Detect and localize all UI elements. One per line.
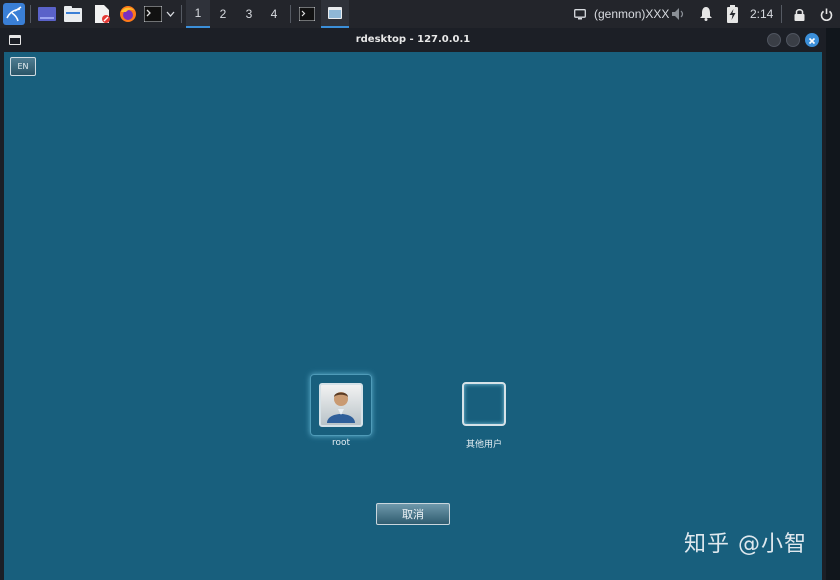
file-manager-icon[interactable] — [63, 3, 83, 25]
genmon-text: (genmon)XXX — [594, 7, 670, 21]
taskbar-separator — [290, 5, 291, 23]
window-title: rdesktop - 127.0.0.1 — [355, 34, 471, 45]
watermark: 知乎 @小智 — [684, 532, 807, 557]
desktop-edge — [826, 28, 840, 580]
clock[interactable]: 2:14 — [750, 0, 773, 28]
window-border — [822, 52, 826, 580]
notification-bell-icon[interactable] — [698, 3, 714, 25]
maximize-button[interactable] — [786, 33, 800, 47]
language-button[interactable]: EN — [10, 57, 36, 76]
text-editor-icon[interactable] — [92, 3, 112, 25]
top-taskbar: 1 2 3 4 (genmon)XXX 2:14 — [0, 0, 840, 28]
dropdown-chevron-icon[interactable] — [164, 3, 176, 25]
show-desktop-icon[interactable] — [37, 3, 57, 25]
lock-icon[interactable] — [791, 3, 807, 25]
user-name-other: 其他用户 — [465, 440, 502, 450]
rdesktop-task-icon[interactable] — [321, 0, 349, 28]
close-icon — [808, 37, 816, 45]
minimize-button[interactable] — [767, 33, 781, 47]
workspace-2[interactable]: 2 — [211, 0, 235, 28]
cancel-button[interactable]: 取消 — [376, 503, 450, 525]
power-icon[interactable] — [818, 3, 834, 25]
volume-icon[interactable] — [671, 3, 687, 25]
user-tile-root[interactable] — [310, 374, 372, 436]
taskbar-separator — [30, 5, 31, 23]
battery-charging-icon — [725, 3, 739, 25]
workspace-4[interactable]: 4 — [262, 0, 286, 28]
kali-menu-icon[interactable] — [3, 3, 25, 25]
taskbar-separator — [181, 5, 182, 23]
rdesktop-login-screen[interactable]: EN root 其他用户 取消 知乎 @小智 — [4, 52, 822, 580]
workspace-1[interactable]: 1 — [186, 0, 210, 28]
user-avatar-frame — [319, 383, 363, 427]
firefox-icon[interactable] — [118, 3, 138, 25]
user-tile-other[interactable] — [462, 382, 506, 426]
terminal-task-icon[interactable] — [297, 3, 317, 25]
window-titlebar[interactable]: rdesktop - 127.0.0.1 — [0, 28, 826, 52]
user-name-root: root — [331, 438, 351, 448]
workspace-3[interactable]: 3 — [237, 0, 261, 28]
user-avatar-icon — [327, 392, 355, 423]
display-icon — [573, 3, 587, 25]
terminal-icon[interactable] — [143, 3, 163, 25]
close-button[interactable] — [805, 33, 819, 47]
taskbar-separator — [781, 5, 782, 23]
